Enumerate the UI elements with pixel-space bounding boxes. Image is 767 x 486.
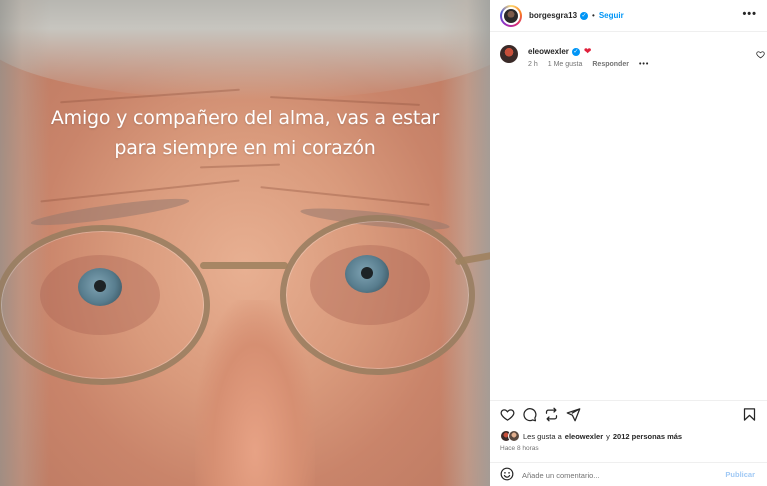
likes-middle: y (606, 431, 610, 441)
avatar-image (502, 6, 520, 25)
comment-text: ❤ (583, 46, 592, 56)
commenter-username[interactable]: eleowexler (528, 47, 569, 56)
post-caption-line-1: Amigo y compañero del alma, vas a estar (50, 107, 440, 129)
bookmark-icon[interactable] (742, 407, 757, 422)
share-icon[interactable] (566, 407, 581, 422)
comment-time: 2 h (528, 61, 538, 68)
header-divider (490, 31, 767, 32)
more-options-icon[interactable]: ••• (742, 9, 757, 20)
follow-button[interactable]: Seguir (599, 11, 624, 20)
forehead-wrinkle (270, 96, 420, 106)
comment-likes[interactable]: 1 Me gusta (548, 61, 583, 68)
likes-count[interactable]: 2012 personas más (613, 432, 682, 441)
repost-icon[interactable] (544, 407, 559, 422)
comment-line: eleowexler ✓ ❤ (528, 46, 591, 57)
author-username[interactable]: borgesgra13 (529, 11, 577, 20)
likes-user[interactable]: eleowexler (565, 432, 603, 441)
liker-avatar (508, 430, 520, 442)
publish-button[interactable]: Publicar (725, 470, 755, 479)
forehead-wrinkle (199, 163, 281, 169)
glasses-lens-left (0, 225, 210, 385)
post-side-panel: borgesgra13 ✓ • Seguir ••• eleowexler ✓ … (490, 0, 767, 486)
nose (195, 300, 315, 486)
post-header: borgesgra13 ✓ • Seguir ••• (490, 0, 767, 31)
glasses-bridge (200, 262, 288, 269)
reply-button[interactable]: Responder (592, 61, 629, 68)
actions-divider (490, 400, 767, 401)
comment-heart-icon[interactable] (756, 50, 765, 59)
hair-top (0, 0, 490, 100)
likes-prefix: Les gusta a (523, 431, 562, 441)
comment-box-divider (490, 462, 767, 463)
author-avatar[interactable] (500, 4, 522, 27)
commenter-avatar[interactable] (500, 45, 518, 63)
add-comment-bar: Publicar (490, 464, 767, 486)
post-timestamp: Hace 8 horas (500, 445, 539, 452)
comment-input[interactable] (522, 468, 712, 482)
emoji-icon[interactable] (500, 467, 514, 481)
likes-summary[interactable]: Les gusta a eleowexler y 2012 personas m… (500, 430, 682, 442)
heart-icon[interactable] (500, 407, 515, 422)
comment-icon[interactable] (522, 407, 537, 422)
verified-badge-icon: ✓ (571, 47, 580, 56)
verified-badge-icon: ✓ (580, 11, 589, 20)
forehead-wrinkle (40, 179, 240, 203)
post-image[interactable]: Amigo y compañero del alma, vas a estar … (0, 0, 490, 486)
separator-dot: • (592, 11, 595, 20)
comment-more-icon[interactable]: ••• (639, 61, 649, 68)
forehead-wrinkle (260, 186, 430, 206)
comment-meta: 2 h 1 Me gusta Responder ••• (528, 61, 659, 68)
post-actions-bar (490, 404, 767, 426)
post-caption-line-2: para siempre en mi corazón (114, 137, 376, 159)
